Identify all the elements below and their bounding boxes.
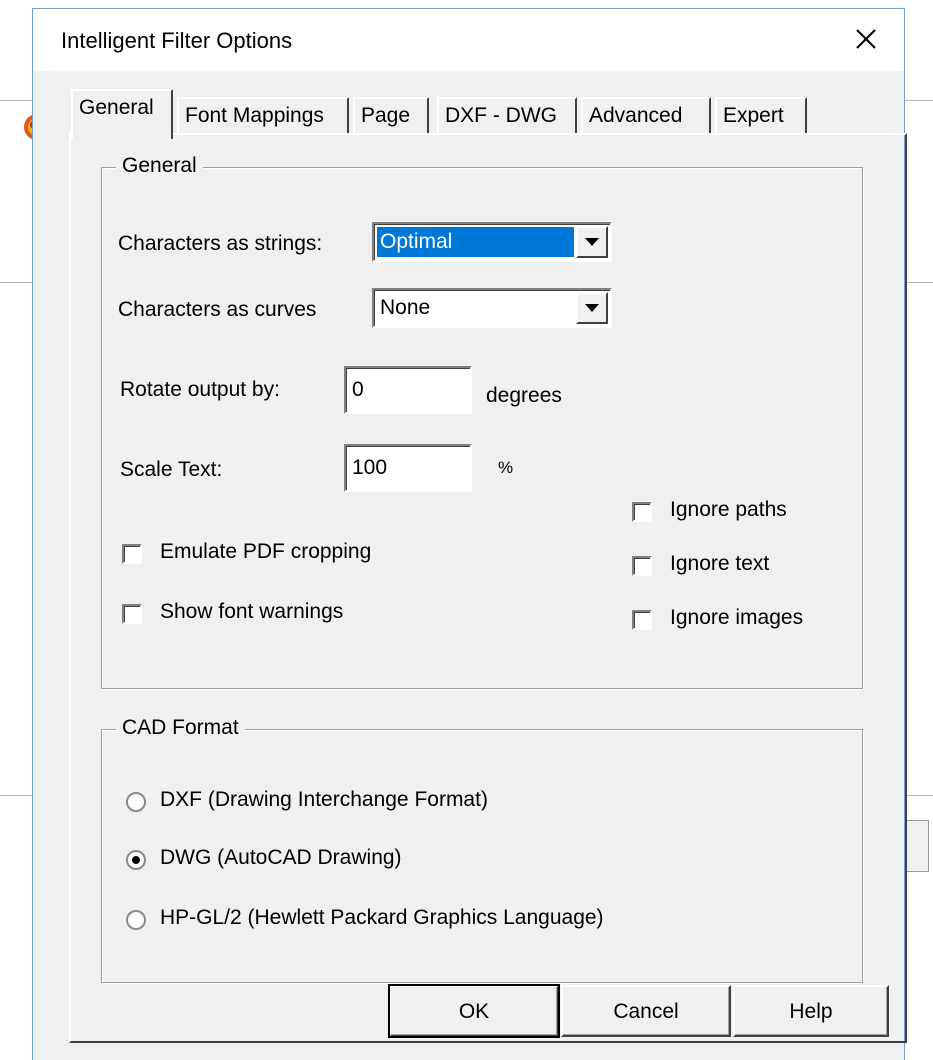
chars-as-strings-label: Characters as strings: <box>118 232 323 255</box>
emulate-pdf-cropping-label: Emulate PDF cropping <box>160 540 372 563</box>
intelligent-filter-options-dialog: Intelligent Filter Options General Font … <box>32 8 907 1060</box>
ignore-images-checkbox[interactable] <box>632 610 652 630</box>
tab-label: Page <box>361 104 411 127</box>
tab-label: Expert <box>723 104 784 127</box>
ignore-text-checkbox[interactable] <box>632 556 652 576</box>
scale-text-input[interactable] <box>344 444 472 492</box>
tab-general[interactable]: General <box>71 89 173 139</box>
dialog-title: Intelligent Filter Options <box>61 28 293 53</box>
emulate-pdf-cropping-checkbox[interactable] <box>122 544 142 564</box>
background-divider <box>0 100 32 101</box>
ok-button[interactable]: OK <box>388 984 560 1038</box>
rotate-output-input[interactable] <box>344 366 472 414</box>
radio-dwg-label: DWG (AutoCAD Drawing) <box>160 846 402 869</box>
radio-dwg[interactable] <box>126 850 146 870</box>
tab-panel-general: General Characters as strings: Optimal C… <box>69 133 907 1043</box>
ignore-text-label: Ignore text <box>670 552 770 575</box>
scale-text-label: Scale Text: <box>120 458 223 481</box>
chars-as-strings-dropdown[interactable]: Optimal <box>372 222 612 262</box>
help-button[interactable]: Help <box>733 985 889 1037</box>
chars-as-strings-value: Optimal <box>377 227 574 257</box>
tab-expert[interactable]: Expert <box>715 97 807 135</box>
ignore-paths-checkbox[interactable] <box>632 502 652 522</box>
radio-hpgl2[interactable] <box>126 910 146 930</box>
show-font-warnings-checkbox[interactable] <box>122 604 142 624</box>
chars-as-curves-dropdown[interactable]: None <box>372 288 612 328</box>
tab-label: DXF - DWG <box>445 104 557 127</box>
tab-label: Font Mappings <box>185 104 324 127</box>
background-divider <box>905 795 933 796</box>
ignore-paths-label: Ignore paths <box>670 498 787 521</box>
tab-advanced[interactable]: Advanced <box>581 97 711 135</box>
tab-label: General <box>79 96 154 119</box>
cad-format-group: CAD Format DXF (Drawing Interchange Form… <box>101 716 863 983</box>
cad-format-group-label: CAD Format <box>116 716 245 740</box>
radio-dxf[interactable] <box>126 792 146 812</box>
rotate-output-label: Rotate output by: <box>120 378 280 401</box>
background-divider <box>0 282 32 283</box>
close-icon[interactable] <box>846 19 886 59</box>
chars-as-curves-value: None <box>380 296 431 319</box>
background-divider <box>905 100 933 101</box>
radio-dxf-label: DXF (Drawing Interchange Format) <box>160 788 488 811</box>
general-group-label: General <box>116 154 203 178</box>
tab-font-mappings[interactable]: Font Mappings <box>177 97 349 135</box>
background-divider <box>905 282 933 283</box>
title-bar: Intelligent Filter Options <box>33 9 904 71</box>
chars-as-curves-label: Characters as curves <box>118 298 317 321</box>
dropdown-button[interactable] <box>576 226 608 258</box>
ignore-images-label: Ignore images <box>670 606 804 629</box>
background-field <box>905 820 929 872</box>
chevron-down-icon <box>585 238 599 246</box>
scale-unit-label: % <box>498 458 514 477</box>
tab-dxf-dwg[interactable]: DXF - DWG <box>437 97 577 135</box>
general-group: General Characters as strings: Optimal C… <box>101 154 863 689</box>
chevron-down-icon <box>585 304 599 312</box>
show-font-warnings-label: Show font warnings <box>160 600 344 623</box>
cancel-button[interactable]: Cancel <box>561 985 731 1037</box>
radio-hpgl2-label: HP-GL/2 (Hewlett Packard Graphics Langua… <box>160 906 604 929</box>
tab-page[interactable]: Page <box>353 97 429 135</box>
dropdown-button[interactable] <box>576 292 608 324</box>
rotate-unit-label: degrees <box>486 384 562 407</box>
background-divider <box>0 795 32 796</box>
tab-label: Advanced <box>589 104 683 127</box>
